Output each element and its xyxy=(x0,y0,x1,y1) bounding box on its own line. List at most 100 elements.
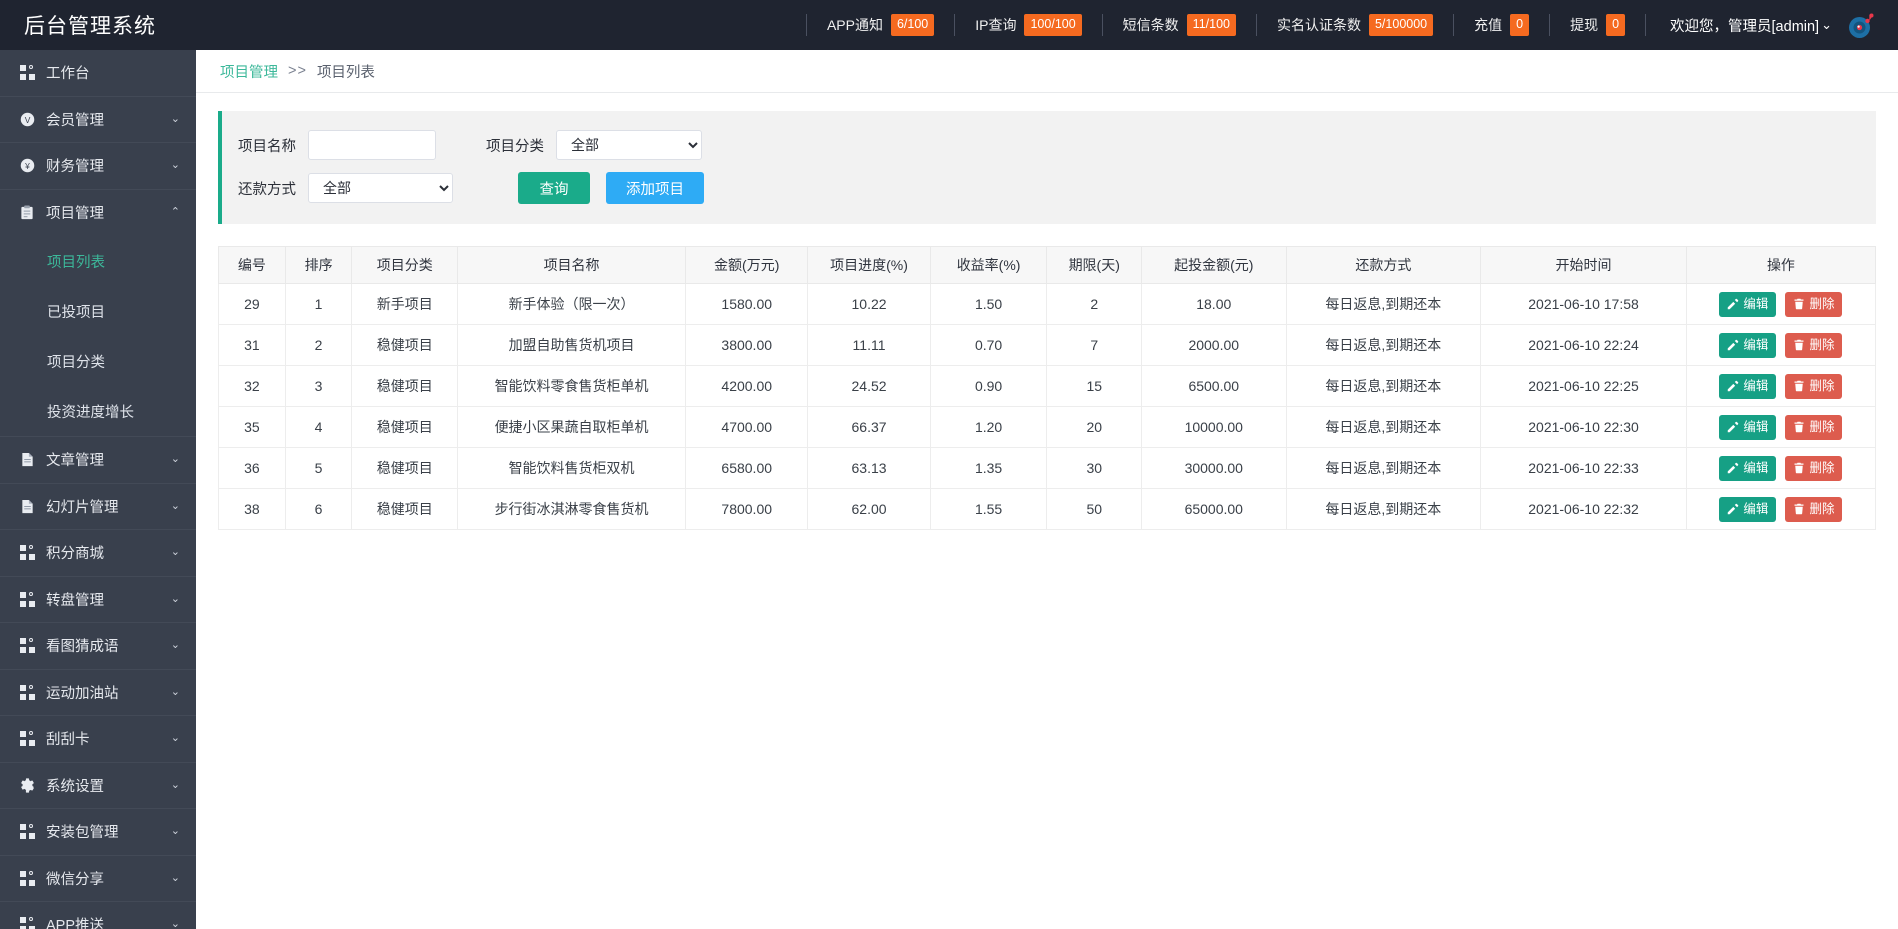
cell-category: 稳健项目 xyxy=(351,447,459,489)
sidebar-item-finance[interactable]: ¥ 财务管理 ⌄ xyxy=(0,143,196,190)
stat-recharge[interactable]: 充值 0 xyxy=(1474,11,1530,39)
sidebar-item-member[interactable]: V 会员管理 ⌄ xyxy=(0,97,196,143)
delete-button[interactable]: 删除 xyxy=(1785,496,1843,522)
stat-app-notify-badge: 6/100 xyxy=(890,14,935,36)
header-stats-area: APP通知 6/100 IP查询 100/100 短信条数 11/100 实名认… xyxy=(196,0,1898,50)
delete-button[interactable]: 删除 xyxy=(1785,373,1843,399)
repay-method-select[interactable]: 全部 xyxy=(308,173,453,203)
sidebar-nav: 工作台 V 会员管理 ⌄ ¥ 财务管理 ⌄ 项目管理 ⌃ 项目列表 已投项目 项… xyxy=(0,50,196,929)
stat-realname-auth-badge: 5/100000 xyxy=(1368,14,1434,36)
cell-rate: 1.20 xyxy=(929,406,1048,448)
header-divider xyxy=(1549,14,1551,36)
grid-icon xyxy=(18,545,36,561)
query-button[interactable]: 查询 xyxy=(518,172,590,204)
header-divider xyxy=(1453,14,1455,36)
sidebar-item-guess-idiom[interactable]: 看图猜成语 ⌄ xyxy=(0,623,196,670)
table-row[interactable]: 38 6 稳健项目 步行街冰淇淋零食售货机 7800.00 62.00 1.55… xyxy=(218,488,1877,530)
project-category-select[interactable]: 全部 xyxy=(556,130,702,160)
cell-amount: 4200.00 xyxy=(685,365,809,407)
cell-start-time: 2021-06-10 22:32 xyxy=(1480,488,1687,530)
sidebar-item-workbench[interactable]: 工作台 xyxy=(0,50,196,97)
edit-button[interactable]: 编辑 xyxy=(1719,332,1777,358)
stat-realname-auth[interactable]: 实名认证条数 5/100000 xyxy=(1277,11,1434,39)
stat-withdraw[interactable]: 提现 0 xyxy=(1570,11,1626,39)
sidebar-item-label: 运动加油站 xyxy=(46,685,119,702)
sidebar-item-label: 转盘管理 xyxy=(46,592,104,609)
document-icon xyxy=(18,452,36,467)
col-term: 期限(天) xyxy=(1046,246,1142,284)
chevron-down-icon: ⌄ xyxy=(170,592,180,605)
edit-button[interactable]: 编辑 xyxy=(1719,373,1777,399)
trash-icon xyxy=(1794,421,1804,433)
delete-button[interactable]: 删除 xyxy=(1785,291,1843,317)
stat-withdraw-label: 提现 xyxy=(1570,17,1599,33)
cell-sort: 5 xyxy=(284,447,353,489)
delete-button[interactable]: 删除 xyxy=(1785,455,1843,481)
avatar[interactable] xyxy=(1846,10,1876,40)
sidebar-item-points-mall[interactable]: 积分商城 ⌄ xyxy=(0,530,196,577)
sidebar-item-label: 幻灯片管理 xyxy=(46,499,119,516)
cell-name: 加盟自助售货机项目 xyxy=(457,324,687,366)
stat-ip-query-label: IP查询 xyxy=(975,17,1017,33)
col-name: 项目名称 xyxy=(457,246,687,284)
stat-app-notify[interactable]: APP通知 6/100 xyxy=(827,11,935,39)
sidebar-item-invest-progress-growth[interactable]: 投资进度增长 xyxy=(0,386,196,436)
cell-repay: 每日返息,到期还本 xyxy=(1285,283,1482,325)
sidebar-item-install-package[interactable]: 安装包管理 ⌄ xyxy=(0,809,196,856)
edit-button[interactable]: 编辑 xyxy=(1719,455,1777,481)
sidebar-item-label: 看图猜成语 xyxy=(46,639,119,656)
pencil-icon xyxy=(1728,298,1739,310)
add-project-button[interactable]: 添加项目 xyxy=(606,172,704,204)
chevron-down-icon: ⌄ xyxy=(170,453,180,466)
delete-button[interactable]: 删除 xyxy=(1785,332,1843,358)
cell-start-time: 2021-06-10 22:25 xyxy=(1480,365,1687,407)
sidebar-item-wheel[interactable]: 转盘管理 ⌄ xyxy=(0,577,196,623)
breadcrumb-parent-link[interactable]: 项目管理 xyxy=(220,61,278,82)
trash-icon xyxy=(1794,380,1804,392)
table-row[interactable]: 36 5 稳健项目 智能饮料售货柜双机 6580.00 63.13 1.35 3… xyxy=(218,447,1877,489)
table-body: 29 1 新手项目 新手体验（限一次） 1580.00 10.22 1.50 2… xyxy=(218,283,1877,530)
cell-progress: 66.37 xyxy=(807,406,931,448)
sidebar-item-sport-station[interactable]: 运动加油站 ⌄ xyxy=(0,670,196,716)
user-menu-trigger[interactable]: 欢迎您，管理员[admin] ⌄ xyxy=(1670,15,1832,36)
svg-text:¥: ¥ xyxy=(24,161,30,171)
chevron-down-icon: ⌄ xyxy=(170,499,180,512)
edit-button[interactable]: 编辑 xyxy=(1719,414,1777,440)
cell-start-time: 2021-06-10 22:24 xyxy=(1480,324,1687,366)
table-row[interactable]: 35 4 稳健项目 便捷小区果蔬自取柜单机 4700.00 66.37 1.20… xyxy=(218,406,1877,448)
sidebar-item-slideshow[interactable]: 幻灯片管理 ⌄ xyxy=(0,484,196,530)
cell-progress: 10.22 xyxy=(807,283,931,325)
pencil-icon xyxy=(1728,421,1739,433)
sidebar-item-invested-projects[interactable]: 已投项目 xyxy=(0,286,196,336)
welcome-text: 欢迎您，管理员[admin] xyxy=(1670,18,1820,35)
project-name-input[interactable] xyxy=(308,130,436,160)
sidebar-item-project[interactable]: 项目管理 ⌃ xyxy=(0,190,196,237)
repay-method-label: 还款方式 xyxy=(238,181,296,198)
sidebar-item-app-push[interactable]: APP推送 ⌄ xyxy=(0,902,196,929)
edit-button-label: 编辑 xyxy=(1743,460,1769,475)
cell-id: 32 xyxy=(218,365,286,407)
sidebar-item-project-list[interactable]: 项目列表 xyxy=(0,236,196,286)
col-start-time: 开始时间 xyxy=(1480,246,1687,284)
sidebar-item-project-category[interactable]: 项目分类 xyxy=(0,336,196,386)
header-divider xyxy=(805,14,807,36)
sidebar-item-wechat-share[interactable]: 微信分享 ⌄ xyxy=(0,856,196,902)
edit-button[interactable]: 编辑 xyxy=(1719,291,1777,317)
cell-progress: 63.13 xyxy=(807,447,931,489)
sidebar-item-scratch-card[interactable]: 刮刮卡 ⌄ xyxy=(0,716,196,763)
edit-button[interactable]: 编辑 xyxy=(1719,496,1777,522)
delete-button[interactable]: 删除 xyxy=(1785,414,1843,440)
sidebar-item-system-settings[interactable]: 系统设置 ⌄ xyxy=(0,763,196,809)
stat-ip-query[interactable]: IP查询 100/100 xyxy=(975,11,1082,39)
cell-term: 30 xyxy=(1046,447,1142,489)
cell-amount: 1580.00 xyxy=(685,283,809,325)
table-row[interactable]: 29 1 新手项目 新手体验（限一次） 1580.00 10.22 1.50 2… xyxy=(218,283,1877,325)
sidebar-item-article[interactable]: 文章管理 ⌄ xyxy=(0,437,196,484)
trash-icon xyxy=(1794,339,1804,351)
main-content: 项目管理 >> 项目列表 项目名称 项目分类 全部 还款方式 全部 查询 添加项… xyxy=(196,50,1898,929)
stat-sms-count[interactable]: 短信条数 11/100 xyxy=(1123,11,1236,39)
cell-rate: 1.35 xyxy=(929,447,1048,489)
table-row[interactable]: 31 2 稳健项目 加盟自助售货机项目 3800.00 11.11 0.70 7… xyxy=(218,324,1877,366)
filter-row-1: 项目名称 项目分类 全部 xyxy=(222,125,1876,165)
table-row[interactable]: 32 3 稳健项目 智能饮料零食售货柜单机 4200.00 24.52 0.90… xyxy=(218,365,1877,407)
